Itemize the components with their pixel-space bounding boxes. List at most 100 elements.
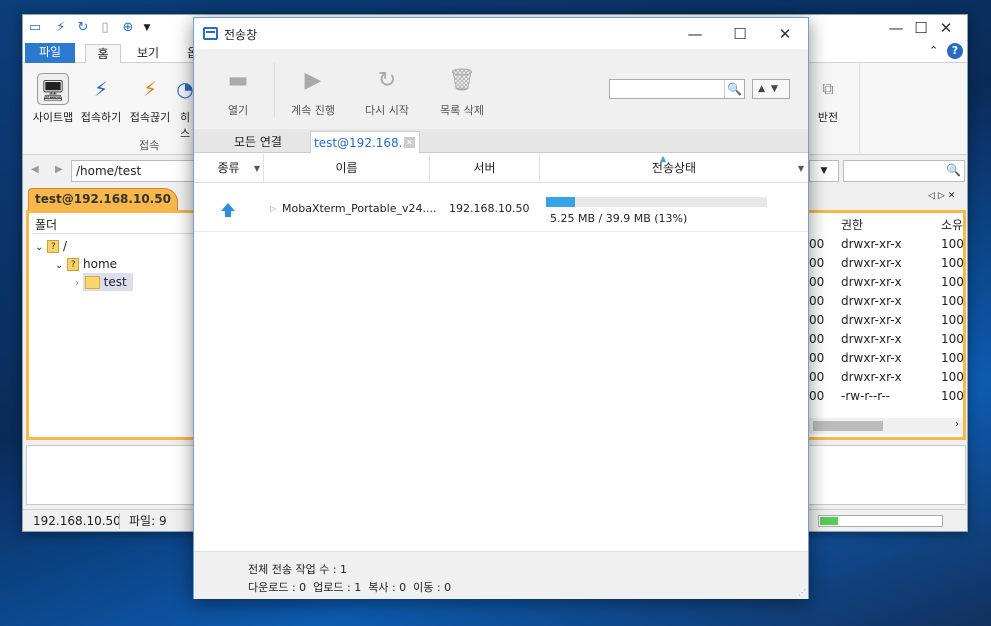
collapse-ribbon-icon[interactable]: ⌃ — [929, 44, 938, 57]
perm-cell: drwxr-xr-x — [841, 275, 902, 289]
col-server[interactable]: 서버 — [430, 154, 540, 183]
session-tab[interactable]: test@192.168.10.50 — [28, 188, 178, 210]
open-label: 열기 — [227, 104, 249, 117]
minimize-button[interactable]: — — [672, 21, 718, 47]
tree-label-home: home — [83, 257, 118, 271]
restart-label: 다시 시작 — [365, 104, 409, 117]
history-button[interactable]: ◔ 히스 — [175, 73, 195, 141]
col-kind-label: 종류 — [217, 161, 240, 175]
owner-cell: 100 — [941, 313, 964, 327]
transfer-filename: MobaXterm_Portable_v24.... — [282, 202, 437, 215]
restart-button[interactable]: ↻ 다시 시작 — [358, 66, 416, 118]
expand-icon[interactable]: ▷ — [270, 204, 276, 213]
search-icon[interactable]: 🔍 — [946, 163, 961, 177]
upload-icon — [221, 203, 235, 217]
add-icon[interactable]: ⊕ — [120, 20, 136, 36]
perm-cell: drwxr-xr-x — [841, 351, 902, 365]
tree-label-root: / — [63, 239, 68, 253]
owner-cell: 100 — [941, 370, 964, 384]
transfer-titlebar: 전송창 — ☐ ✕ — [194, 18, 808, 49]
chevron-down-icon[interactable]: ▼ — [254, 154, 260, 183]
document-icon[interactable]: ▯ — [97, 20, 113, 36]
open-button[interactable]: ▬ 열기 — [216, 66, 260, 118]
unknown-folder-icon: ? — [67, 258, 80, 271]
search-icon[interactable]: 🔍 — [724, 80, 744, 98]
perm-cell: drwxr-xr-x — [841, 313, 902, 327]
permission-column: 권한 drwxr-xr-x drwxr-xr-x drwxr-xr-x drwx… — [841, 216, 936, 406]
total-count: 전체 전송 작업 수 : 1 — [248, 563, 348, 576]
transfer-server: 192.168.10.50 — [449, 202, 530, 215]
tab-session[interactable]: test@192.168.... ✕ — [310, 131, 420, 153]
transfer-row[interactable]: ▷ MobaXterm_Portable_v24.... 192.168.10.… — [194, 186, 808, 232]
col-kind[interactable]: 종류 ▼ — [194, 154, 264, 183]
perm-cell: drwxr-xr-x — [841, 294, 902, 308]
disconnect-label: 접속끊기 — [129, 111, 171, 124]
chevron-right-icon[interactable]: › — [75, 278, 79, 289]
ribbon-tab-home[interactable]: 홈 — [85, 44, 121, 63]
delete-list-button[interactable]: 🗑 목록 삭제 — [434, 66, 490, 118]
invert-label: 반전 — [817, 111, 839, 124]
transfer-search-input[interactable]: 🔍 — [609, 79, 745, 99]
help-icon[interactable]: ? — [947, 43, 963, 59]
status-progress — [818, 515, 943, 527]
size-column: 00 00 00 00 00 00 00 00 00 — [809, 216, 833, 406]
folder-open-icon: ▬ — [227, 68, 249, 93]
connection-tabs: 모든 연결 test@192.168.... ✕ — [194, 129, 808, 153]
main-close-button[interactable]: ✕ — [923, 15, 969, 41]
tree-label-test: test — [103, 275, 127, 289]
search-nav-arrows[interactable]: ▲▼ — [752, 79, 790, 99]
unplug-icon: ⚡ — [142, 77, 158, 101]
transfer-table-header: 종류 ▼ 이름 서버 전송상태 ▲ ▼ — [194, 154, 808, 183]
chevron-down-icon[interactable]: ▼ — [798, 154, 804, 183]
tree-node-home[interactable]: ⌄ ? home — [55, 255, 117, 273]
back-icon[interactable]: ◀ — [31, 164, 39, 175]
sort-indicator-icon: ▲ — [660, 154, 667, 163]
transfer-breakdown: 다운로드 : 0 업로드 : 1 복사 : 0 이동 : 0 — [248, 581, 452, 594]
scroll-right-icon[interactable]: › — [955, 419, 959, 430]
forward-icon[interactable]: ▶ — [55, 164, 63, 175]
sitemap-button[interactable]: 🖥 사이트맵 — [29, 73, 77, 125]
tab-scroll-icon[interactable]: ◁▷✕ — [928, 191, 958, 201]
tab-all-connections[interactable]: 모든 연결 — [208, 131, 308, 153]
tab-close-icon[interactable]: ✕ — [404, 137, 415, 148]
chevron-down-icon[interactable]: ⌄ — [55, 260, 63, 271]
col-status-label: 전송상태 — [651, 161, 697, 175]
unknown-folder-icon: ? — [47, 240, 60, 253]
history-icon: ◔ — [176, 77, 194, 101]
scrollbar-thumb[interactable] — [813, 421, 883, 431]
connect-icon[interactable]: ⚡ — [53, 20, 69, 36]
play-icon: ▶ — [304, 68, 322, 93]
col-status[interactable]: 전송상태 ▲ ▼ — [540, 154, 808, 183]
delete-list-label: 목록 삭제 — [440, 104, 484, 117]
owner-header[interactable]: 소유 — [941, 216, 965, 235]
perm-cell: drwxr-xr-x — [841, 370, 902, 384]
col-name[interactable]: 이름 — [264, 154, 430, 183]
filter-dropdown[interactable]: ▼ — [809, 160, 839, 182]
owner-cell: 100 — [941, 256, 964, 270]
chevron-down-icon[interactable]: ⌄ — [35, 242, 43, 253]
main-search-input[interactable]: 🔍 — [843, 160, 965, 182]
quick-access-dropdown-icon[interactable]: ▼ — [139, 20, 155, 36]
resize-grip-icon[interactable]: ⋰ — [798, 588, 806, 597]
status-host: 192.168.10.50 — [33, 514, 121, 528]
perm-header[interactable]: 권한 — [841, 216, 936, 235]
owner-cell: 100 — [941, 294, 964, 308]
resume-button[interactable]: ▶ 계속 진행 — [286, 66, 340, 118]
disconnect-button[interactable]: ⚡ 접속끊기 — [126, 73, 174, 125]
transfer-window-icon — [203, 27, 218, 40]
invert-button[interactable]: ⧉ 반전 — [813, 73, 843, 125]
connect-group-label: 접속 — [139, 139, 160, 152]
tree-node-test[interactable]: › test — [75, 273, 133, 291]
ribbon-tab-view[interactable]: 보기 — [127, 44, 169, 63]
connect-button[interactable]: ⚡ 접속하기 — [77, 73, 125, 125]
refresh-icon[interactable]: ↻ — [75, 20, 91, 36]
tree-node-root[interactable]: ⌄ ? / — [35, 237, 67, 255]
perm-cell: -rw-r--r-- — [841, 389, 891, 403]
ribbon-tab-file[interactable]: 파일 — [25, 43, 75, 63]
close-button[interactable]: ✕ — [762, 21, 808, 47]
size-cell: 00 — [809, 237, 825, 251]
maximize-button[interactable]: ☐ — [717, 21, 763, 47]
horizontal-scrollbar[interactable]: › — [809, 418, 963, 434]
owner-cell: 100 — [941, 275, 964, 289]
invert-icon: ⧉ — [822, 79, 834, 98]
